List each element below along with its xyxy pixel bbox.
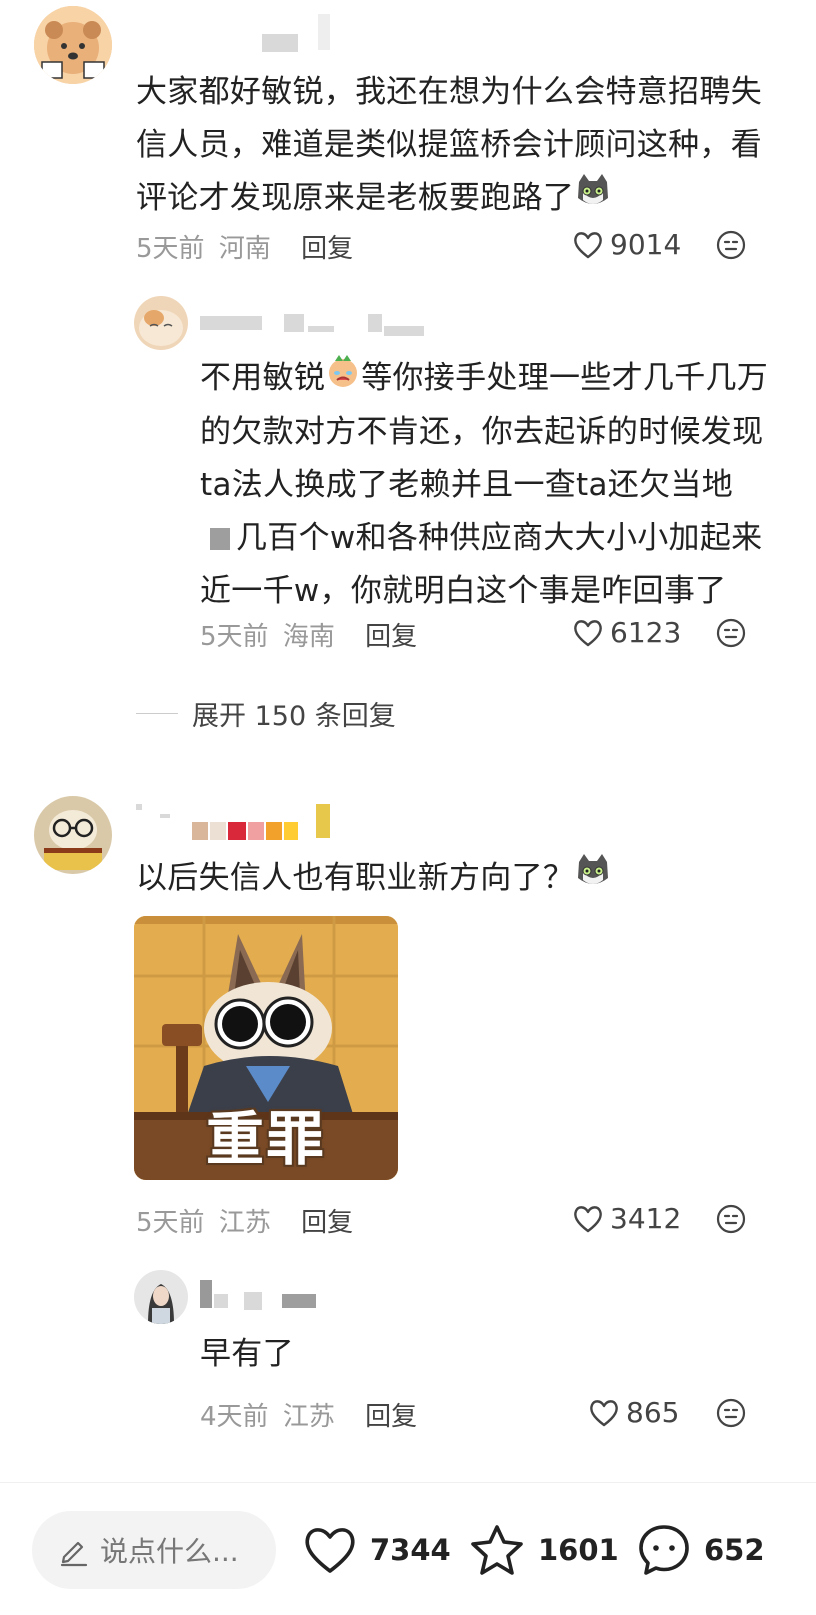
- avatar[interactable]: [134, 296, 188, 350]
- comment-text: 大家都好敏锐，我还在想为什么会特意招聘失 信人员，难道是类似提篮桥会计顾问这种，…: [136, 66, 776, 227]
- neutral-face-icon: [716, 618, 746, 648]
- divider: [136, 713, 178, 714]
- sticker-caption: 重罪: [205, 1105, 326, 1173]
- cat-emoji-icon: [574, 852, 612, 907]
- bottom-action-bar: 说点什么... 7344 1601 652: [0, 1482, 816, 1615]
- post-favorite-count: 1601: [538, 1533, 619, 1567]
- heart-icon: [305, 1528, 355, 1573]
- username-redacted: [316, 804, 330, 838]
- comment-meta: 5天前 江苏 回复: [136, 1202, 353, 1239]
- avatar[interactable]: [34, 796, 112, 874]
- like-button[interactable]: 3412: [572, 1202, 681, 1235]
- heart-icon: [574, 1205, 602, 1232]
- comment-meta: 4天前 江苏 回复: [200, 1396, 417, 1433]
- username-redacted: [192, 822, 208, 840]
- reply-button[interactable]: 回复: [365, 622, 417, 652]
- dislike-face-button[interactable]: [716, 230, 746, 264]
- reply-button[interactable]: 回复: [301, 234, 353, 264]
- pencil-icon: [60, 1541, 88, 1567]
- avatar[interactable]: [134, 1270, 188, 1324]
- timestamp: 5天前: [136, 1208, 205, 1238]
- heart-icon: [574, 619, 602, 646]
- username-redacted: [266, 822, 282, 840]
- comment-post-button[interactable]: 652: [636, 1511, 765, 1589]
- sticker-image[interactable]: 重罪: [134, 916, 398, 1180]
- username-redacted: [136, 804, 142, 810]
- redacted-text: [210, 527, 230, 550]
- username-redacted: [200, 1280, 212, 1308]
- comment-meta: 5天前 河南 回复: [136, 228, 353, 265]
- like-count: 6123: [610, 616, 682, 649]
- comment-input[interactable]: 说点什么...: [32, 1511, 276, 1589]
- location: 河南: [218, 234, 271, 264]
- neutral-face-icon: [716, 1398, 746, 1428]
- comment-text: 不用敏锐 等你接手处理一些才几千几万 的欠款对方不肯还，你去起诉的时候发现 ta…: [200, 352, 780, 618]
- expand-replies-label: 展开 150 条回复: [192, 701, 396, 732]
- location: 海南: [282, 622, 335, 652]
- username-redacted: [384, 326, 424, 336]
- post-like-count: 7344: [370, 1533, 451, 1567]
- username-redacted: [214, 1294, 228, 1308]
- neutral-face-icon: [716, 1204, 746, 1234]
- location: 江苏: [282, 1402, 335, 1432]
- dog-avatar-icon: [34, 6, 112, 84]
- glasses-cat-avatar-icon: [34, 796, 112, 874]
- like-post-button[interactable]: 7344: [302, 1511, 451, 1589]
- username-redacted: [318, 14, 330, 50]
- location: 江苏: [218, 1208, 271, 1238]
- heart-icon: [574, 231, 602, 258]
- comment-meta: 5天前 海南 回复: [200, 616, 417, 653]
- avatar[interactable]: [34, 6, 112, 84]
- crying-face-emoji-icon: [325, 353, 361, 406]
- post-comment-count: 652: [704, 1533, 765, 1567]
- username-redacted: [200, 316, 262, 330]
- timestamp: 5天前: [200, 622, 269, 652]
- chat-bubble-icon: [639, 1525, 689, 1575]
- comment-text: 以后失信人也有职业新方向了？: [136, 852, 776, 907]
- username-redacted: [160, 814, 170, 818]
- like-count: 9014: [610, 228, 682, 261]
- comment-input-placeholder: 说点什么...: [100, 1535, 239, 1568]
- dislike-face-button[interactable]: [716, 1204, 746, 1238]
- timestamp: 5天前: [136, 234, 205, 264]
- dislike-face-button[interactable]: [716, 618, 746, 652]
- username-redacted: [262, 34, 298, 52]
- neutral-face-icon: [716, 230, 746, 260]
- cat-avatar-icon: [134, 296, 188, 350]
- username-redacted: [248, 822, 264, 840]
- like-button[interactable]: 9014: [572, 228, 681, 261]
- username-redacted: [284, 314, 304, 332]
- username-redacted: [368, 314, 382, 332]
- favorite-post-button[interactable]: 1601: [468, 1511, 619, 1589]
- comment-text: 早有了: [200, 1336, 294, 1372]
- like-button[interactable]: 6123: [572, 616, 681, 649]
- heart-icon: [590, 1399, 618, 1426]
- dislike-face-button[interactable]: [716, 1398, 746, 1432]
- like-count: 3412: [610, 1202, 682, 1235]
- timestamp: 4天前: [200, 1402, 269, 1432]
- star-icon: [471, 1525, 523, 1575]
- username-redacted: [308, 326, 334, 332]
- username-redacted: [282, 1294, 316, 1308]
- like-button[interactable]: 865: [588, 1396, 679, 1429]
- username-redacted: [244, 1292, 262, 1310]
- reply-button[interactable]: 回复: [365, 1402, 417, 1432]
- like-count: 865: [626, 1396, 680, 1429]
- expand-replies-button[interactable]: 展开 150 条回复: [136, 694, 396, 733]
- username-redacted: [284, 822, 298, 840]
- person-avatar-icon: [134, 1270, 188, 1324]
- reply-button[interactable]: 回复: [301, 1208, 353, 1238]
- username-redacted: [228, 822, 246, 840]
- cat-emoji-icon: [574, 172, 612, 227]
- username-redacted: [210, 822, 226, 840]
